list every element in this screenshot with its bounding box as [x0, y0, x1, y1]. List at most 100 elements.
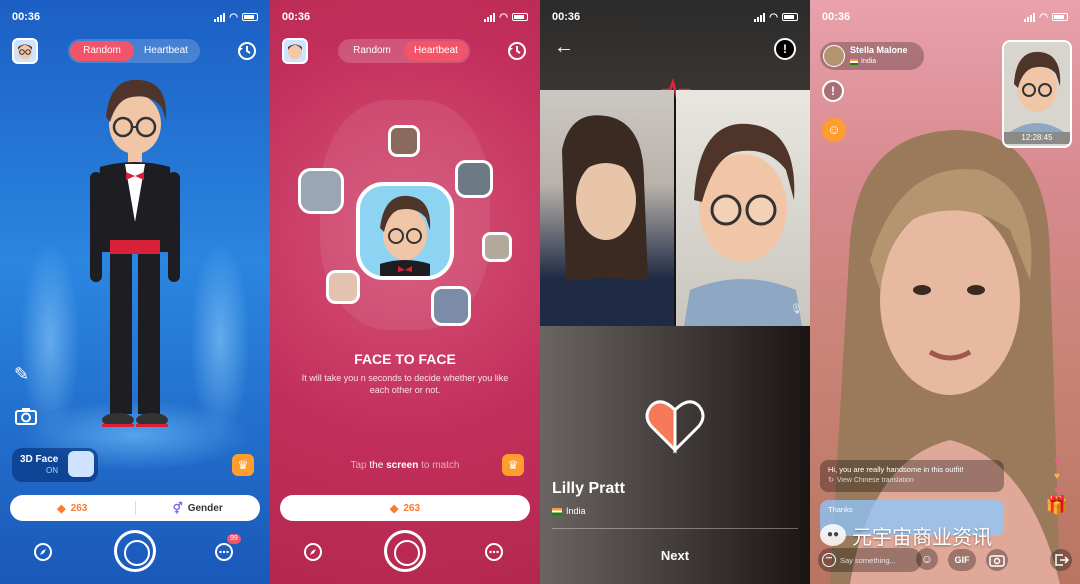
gems-value: 263	[70, 502, 88, 514]
status-time: 00:36	[822, 11, 851, 23]
face-to-face-subtitle: It will take you n seconds to decide whe…	[301, 373, 509, 395]
compass-icon[interactable]	[303, 542, 323, 562]
battery-icon	[782, 13, 798, 21]
match-button[interactable]	[384, 530, 426, 572]
watermark-text: 元宇宙商业资讯	[852, 524, 992, 549]
report-shield-icon[interactable]: !	[822, 80, 844, 102]
chat-input[interactable]: ••• Say something...	[818, 548, 922, 572]
tab-heartbeat[interactable]: Heartbeat	[404, 41, 468, 61]
gif-button[interactable]: GIF	[948, 549, 976, 571]
mode-tabs: Random Heartbeat	[68, 39, 200, 63]
status-icons: ◠	[214, 12, 258, 23]
status-time: 00:36	[12, 11, 41, 23]
vip-crown-icon[interactable]: ♛	[232, 454, 254, 476]
gender-filter-button[interactable]: ⚥ Gender	[136, 502, 261, 515]
panel-face-to-face: 00:36 ◠ Random Heartbeat FACE TO FACE It…	[270, 0, 540, 584]
panel-live-chat: 00:36 ◠ Stella Malone India ! ☺ 12:28:45…	[810, 0, 1080, 584]
bubble-user-1	[388, 125, 420, 157]
match-country-label: India	[566, 506, 586, 516]
mode-tabs: Random Heartbeat	[338, 39, 470, 63]
video-tile-self: 🎙	[676, 90, 810, 326]
report-shield-icon[interactable]: !	[774, 38, 796, 60]
split-heart-icon	[645, 400, 705, 454]
back-arrow-icon[interactable]: ←	[554, 36, 574, 59]
face-to-face-title: FACE TO FACE	[354, 351, 456, 367]
avatar-3d-figure	[90, 79, 180, 427]
status-time: 00:36	[282, 11, 311, 23]
gender-label: Gender	[187, 502, 223, 514]
status-icons: ◠	[1024, 12, 1068, 23]
gems-value: 263	[403, 502, 421, 514]
profile-avatar[interactable]	[282, 38, 308, 64]
status-bar: 00:36 ◠	[552, 10, 798, 24]
chat-icon[interactable]	[484, 542, 504, 562]
message-text: Hi, you are really handsome in this outf…	[828, 465, 964, 474]
camera-icon[interactable]	[14, 406, 38, 426]
history-icon[interactable]	[236, 40, 258, 62]
battery-icon	[512, 13, 528, 21]
add-friend-icon[interactable]: ☺	[822, 118, 846, 142]
exit-icon[interactable]	[1050, 549, 1072, 571]
signal-icon	[484, 12, 496, 22]
india-flag-icon	[850, 58, 858, 65]
chat-input-placeholder: Say something...	[840, 555, 896, 565]
next-button[interactable]: Next	[540, 548, 810, 563]
tab-random[interactable]: Random	[340, 41, 404, 61]
bubble-self-avatar	[356, 182, 454, 280]
remote-user-chip[interactable]: Stella Malone India	[820, 42, 924, 70]
gift-icon[interactable]: 🎁	[1042, 496, 1072, 514]
remote-user-country-label: India	[861, 58, 877, 65]
wifi-icon: ◠	[1039, 11, 1048, 23]
profile-avatar[interactable]	[12, 38, 38, 64]
remote-user-avatar	[823, 45, 845, 67]
camera-icon[interactable]	[986, 549, 1008, 571]
translate-link[interactable]: ↻ View Chinese translation	[828, 475, 996, 486]
wechat-watermark: ●● 元宇宙商业资讯	[820, 520, 1072, 550]
match-name: Lilly Pratt	[552, 480, 625, 497]
panel-match-result: 00:36 ◠ ← ! 🎙 Lilly Pratt India Next	[540, 0, 810, 584]
bubble-user-4	[482, 232, 512, 262]
wifi-icon: ◠	[769, 11, 778, 23]
reply-text: Thanks	[828, 505, 853, 514]
panel-3d-avatar-home: 00:36 ◠ Random Heartbeat ✎ 3D Face ON ♛ …	[0, 0, 270, 584]
wifi-icon: ◠	[229, 11, 238, 23]
signal-icon	[754, 12, 766, 22]
compass-icon[interactable]	[33, 542, 53, 562]
match-country: India	[552, 506, 586, 516]
status-icons: ◠	[754, 12, 798, 23]
chat-badge: 99	[227, 534, 241, 544]
gems-counter[interactable]: ◆ 263	[10, 502, 135, 515]
history-icon[interactable]	[506, 40, 528, 62]
signal-icon	[1024, 12, 1036, 22]
bottom-nav	[270, 528, 540, 576]
tab-random[interactable]: Random	[70, 41, 134, 61]
magic-wand-icon[interactable]: ✎	[14, 364, 29, 385]
gem-icon: ◆	[389, 502, 399, 515]
status-bar: 00:36 ◠	[12, 10, 258, 24]
remote-user-name: Stella Malone	[850, 45, 908, 55]
status-bar: 00:36 ◠	[822, 10, 1068, 24]
remote-user-country: India	[850, 56, 908, 67]
emoji-icon[interactable]: ☺	[916, 548, 938, 570]
gems-gender-bar: ◆ 263 ⚥ Gender	[10, 495, 260, 521]
self-preview-tile[interactable]: 12:28:45	[1002, 40, 1072, 148]
face-chip-title: 3D Face	[20, 454, 59, 465]
translate-icon: ↻	[828, 477, 834, 484]
hint-screen: screen	[386, 460, 419, 471]
face-toggle-chip[interactable]: 3D Face ON	[12, 448, 98, 482]
chat-icon[interactable]	[214, 542, 234, 562]
bubble-user-5	[326, 270, 360, 304]
incoming-message: Hi, you are really handsome in this outf…	[820, 460, 1004, 492]
bubble-user-3	[455, 160, 493, 198]
vip-crown-icon[interactable]: ♛	[502, 454, 524, 476]
status-icons: ◠	[484, 12, 528, 23]
tap-to-match-hint[interactable]: Tap the screen to match	[270, 460, 540, 471]
hint-post: to match	[418, 460, 460, 471]
gems-counter[interactable]: ◆ 263	[280, 495, 530, 521]
match-button[interactable]	[114, 530, 156, 572]
divider	[552, 528, 798, 529]
battery-icon	[242, 13, 258, 21]
tab-heartbeat[interactable]: Heartbeat	[134, 41, 198, 61]
gender-icon: ⚥	[172, 502, 183, 515]
mic-muted-icon: 🎙	[790, 304, 803, 315]
